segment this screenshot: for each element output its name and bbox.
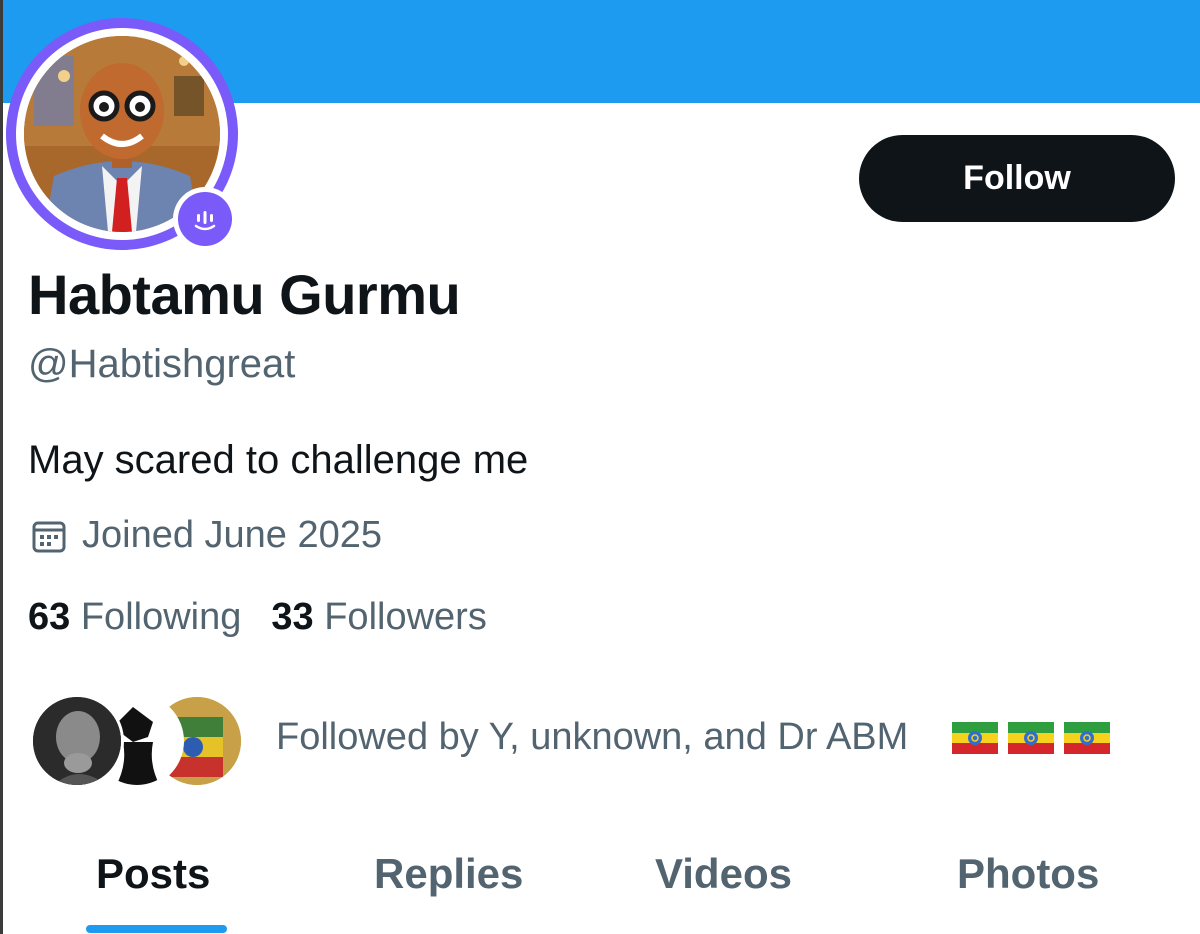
profile-tabs: Posts Replies Videos Photos [0,836,1200,934]
ethiopia-flag-icon [1064,722,1110,754]
joined-text: Joined June 2025 [82,514,383,556]
avatar [30,694,124,788]
calendar-icon [32,521,66,552]
followed-by-text: Followed by Y, unknown, and Dr ABM [276,716,909,758]
spaces-badge[interactable] [173,187,237,251]
followed-by-row[interactable]: Followed by Y, unknown, and Dr ABM [30,694,1180,790]
window-edge [0,0,3,934]
followers-count: 33 [271,596,314,638]
tab-photos[interactable]: Photos [957,850,1099,898]
following-label: Following [80,596,242,638]
tab-replies[interactable]: Replies [374,850,523,898]
bio: May scared to challenge me [28,438,529,482]
tab-posts[interactable]: Posts [96,850,210,898]
following-count: 63 [28,596,71,638]
ethiopia-flag-icon [1008,722,1054,754]
handle: @Habtishgreat [28,342,296,386]
joined-date-row: Joined June 2025 [30,514,382,557]
active-tab-indicator [86,925,227,933]
display-name: Habtamu Gurmu [28,263,461,326]
followers-label: Followers [324,596,487,638]
flag-emojis [952,722,1110,754]
followed-by-avatars [30,694,250,790]
followers-link[interactable]: 33 Followers [271,596,486,639]
following-link[interactable]: 63 Following [28,596,241,639]
spaces-microphone-icon [178,192,232,246]
ethiopia-flag-icon [952,722,998,754]
follow-button[interactable]: Follow [859,135,1175,222]
tab-videos[interactable]: Videos [655,850,792,898]
follow-counts: 63 Following 33 Followers [28,596,487,639]
